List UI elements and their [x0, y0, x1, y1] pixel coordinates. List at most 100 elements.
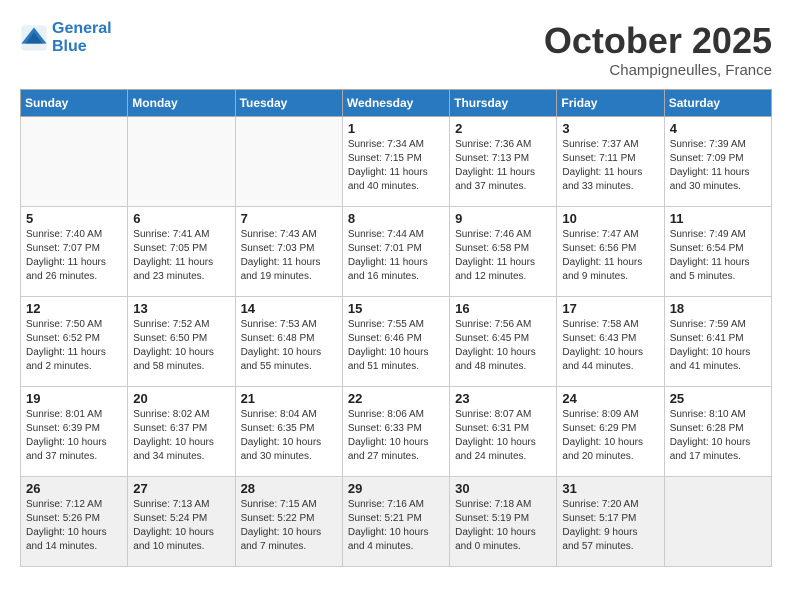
calendar-cell: 27 Sunrise: 7:13 AM Sunset: 5:24 PM Dayli… [128, 477, 235, 567]
day-number: 19 [26, 391, 122, 406]
calendar-cell: 24 Sunrise: 8:09 AM Sunset: 6:29 PM Dayli… [557, 387, 664, 477]
day-detail: Sunrise: 7:39 AM Sunset: 7:09 PM Dayligh… [670, 138, 766, 194]
col-header-monday: Monday [128, 90, 235, 117]
col-header-saturday: Saturday [664, 90, 771, 117]
day-number: 4 [670, 121, 766, 136]
day-number: 17 [562, 301, 658, 316]
logo-general: General [52, 20, 112, 38]
day-detail: Sunrise: 8:07 AM Sunset: 6:31 PM Dayligh… [455, 408, 551, 464]
calendar-cell: 30 Sunrise: 7:18 AM Sunset: 5:19 PM Dayli… [450, 477, 557, 567]
day-number: 29 [348, 481, 444, 496]
calendar-cell: 26 Sunrise: 7:12 AM Sunset: 5:26 PM Dayli… [21, 477, 128, 567]
day-number: 24 [562, 391, 658, 406]
day-detail: Sunrise: 8:09 AM Sunset: 6:29 PM Dayligh… [562, 408, 658, 464]
day-number: 23 [455, 391, 551, 406]
day-number: 31 [562, 481, 658, 496]
day-detail: Sunrise: 8:06 AM Sunset: 6:33 PM Dayligh… [348, 408, 444, 464]
day-number: 26 [26, 481, 122, 496]
calendar-cell: 22 Sunrise: 8:06 AM Sunset: 6:33 PM Dayli… [342, 387, 449, 477]
day-detail: Sunrise: 7:49 AM Sunset: 6:54 PM Dayligh… [670, 228, 766, 284]
day-detail: Sunrise: 7:16 AM Sunset: 5:21 PM Dayligh… [348, 498, 444, 554]
week-row-1: 5Sunrise: 7:40 AM Sunset: 7:07 PM Daylig… [21, 207, 772, 297]
calendar-body: 1Sunrise: 7:34 AM Sunset: 7:15 PM Daylig… [21, 117, 772, 567]
day-detail: Sunrise: 8:02 AM Sunset: 6:37 PM Dayligh… [133, 408, 229, 464]
calendar-cell: 16Sunrise: 7:56 AM Sunset: 6:45 PM Dayli… [450, 297, 557, 387]
day-number: 15 [348, 301, 444, 316]
day-detail: Sunrise: 7:53 AM Sunset: 6:48 PM Dayligh… [241, 318, 337, 374]
page-header: General Blue October 2025 Champigneulles… [20, 20, 772, 79]
month-title: October 2025 [544, 20, 772, 62]
logo-blue: Blue [52, 38, 112, 56]
calendar-cell [21, 117, 128, 207]
day-number: 10 [562, 211, 658, 226]
day-detail: Sunrise: 8:04 AM Sunset: 6:35 PM Dayligh… [241, 408, 337, 464]
col-header-friday: Friday [557, 90, 664, 117]
day-detail: Sunrise: 7:15 AM Sunset: 5:22 PM Dayligh… [241, 498, 337, 554]
calendar-cell: 2Sunrise: 7:36 AM Sunset: 7:13 PM Daylig… [450, 117, 557, 207]
day-number: 14 [241, 301, 337, 316]
col-header-wednesday: Wednesday [342, 90, 449, 117]
day-number: 6 [133, 211, 229, 226]
day-detail: Sunrise: 7:52 AM Sunset: 6:50 PM Dayligh… [133, 318, 229, 374]
day-number: 20 [133, 391, 229, 406]
calendar-cell [128, 117, 235, 207]
location: Champigneulles, France [544, 62, 772, 79]
col-header-tuesday: Tuesday [235, 90, 342, 117]
calendar-header-row: SundayMondayTuesdayWednesdayThursdayFrid… [21, 90, 772, 117]
calendar-cell: 5Sunrise: 7:40 AM Sunset: 7:07 PM Daylig… [21, 207, 128, 297]
day-number: 18 [670, 301, 766, 316]
day-detail: Sunrise: 7:41 AM Sunset: 7:05 PM Dayligh… [133, 228, 229, 284]
logo-icon [20, 24, 48, 52]
day-number: 27 [133, 481, 229, 496]
calendar-cell: 8Sunrise: 7:44 AM Sunset: 7:01 PM Daylig… [342, 207, 449, 297]
calendar-cell: 10 Sunrise: 7:47 AM Sunset: 6:56 PM Dayli… [557, 207, 664, 297]
day-number: 13 [133, 301, 229, 316]
day-detail: Sunrise: 7:20 AM Sunset: 5:17 PM Dayligh… [562, 498, 658, 554]
day-number: 3 [562, 121, 658, 136]
day-detail: Sunrise: 7:12 AM Sunset: 5:26 PM Dayligh… [26, 498, 122, 554]
calendar-cell [235, 117, 342, 207]
day-number: 25 [670, 391, 766, 406]
calendar-cell: 15 Sunrise: 7:55 AM Sunset: 6:46 PM Dayli… [342, 297, 449, 387]
calendar-cell: 29 Sunrise: 7:16 AM Sunset: 5:21 PM Dayli… [342, 477, 449, 567]
calendar-cell: 1Sunrise: 7:34 AM Sunset: 7:15 PM Daylig… [342, 117, 449, 207]
title-block: October 2025 Champigneulles, France [544, 20, 772, 79]
week-row-0: 1Sunrise: 7:34 AM Sunset: 7:15 PM Daylig… [21, 117, 772, 207]
day-number: 2 [455, 121, 551, 136]
day-number: 30 [455, 481, 551, 496]
day-detail: Sunrise: 7:58 AM Sunset: 6:43 PM Dayligh… [562, 318, 658, 374]
calendar-cell: 13 Sunrise: 7:52 AM Sunset: 6:50 PM Dayli… [128, 297, 235, 387]
day-detail: Sunrise: 7:44 AM Sunset: 7:01 PM Dayligh… [348, 228, 444, 284]
day-detail: Sunrise: 8:01 AM Sunset: 6:39 PM Dayligh… [26, 408, 122, 464]
day-number: 12 [26, 301, 122, 316]
week-row-2: 12 Sunrise: 7:50 AM Sunset: 6:52 PM Dayli… [21, 297, 772, 387]
day-detail: Sunrise: 7:46 AM Sunset: 6:58 PM Dayligh… [455, 228, 551, 284]
day-detail: Sunrise: 7:18 AM Sunset: 5:19 PM Dayligh… [455, 498, 551, 554]
day-detail: Sunrise: 7:40 AM Sunset: 7:07 PM Dayligh… [26, 228, 122, 284]
day-detail: Sunrise: 7:34 AM Sunset: 7:15 PM Dayligh… [348, 138, 444, 194]
day-number: 28 [241, 481, 337, 496]
calendar-cell: 20 Sunrise: 8:02 AM Sunset: 6:37 PM Dayli… [128, 387, 235, 477]
day-detail: Sunrise: 8:10 AM Sunset: 6:28 PM Dayligh… [670, 408, 766, 464]
calendar-cell: 17 Sunrise: 7:58 AM Sunset: 6:43 PM Dayli… [557, 297, 664, 387]
week-row-3: 19 Sunrise: 8:01 AM Sunset: 6:39 PM Dayli… [21, 387, 772, 477]
calendar-cell: 31 Sunrise: 7:20 AM Sunset: 5:17 PM Dayli… [557, 477, 664, 567]
calendar-cell: 14 Sunrise: 7:53 AM Sunset: 6:48 PM Dayli… [235, 297, 342, 387]
day-detail: Sunrise: 7:43 AM Sunset: 7:03 PM Dayligh… [241, 228, 337, 284]
day-number: 22 [348, 391, 444, 406]
calendar-cell: 4 Sunrise: 7:39 AM Sunset: 7:09 PM Daylig… [664, 117, 771, 207]
calendar-cell: 11 Sunrise: 7:49 AM Sunset: 6:54 PM Dayli… [664, 207, 771, 297]
calendar-cell: 18 Sunrise: 7:59 AM Sunset: 6:41 PM Dayli… [664, 297, 771, 387]
week-row-4: 26 Sunrise: 7:12 AM Sunset: 5:26 PM Dayli… [21, 477, 772, 567]
day-detail: Sunrise: 7:50 AM Sunset: 6:52 PM Dayligh… [26, 318, 122, 374]
day-number: 11 [670, 211, 766, 226]
day-detail: Sunrise: 7:59 AM Sunset: 6:41 PM Dayligh… [670, 318, 766, 374]
calendar-cell: 9Sunrise: 7:46 AM Sunset: 6:58 PM Daylig… [450, 207, 557, 297]
calendar-cell: 6 Sunrise: 7:41 AM Sunset: 7:05 PM Daylig… [128, 207, 235, 297]
day-detail: Sunrise: 7:55 AM Sunset: 6:46 PM Dayligh… [348, 318, 444, 374]
day-detail: Sunrise: 7:47 AM Sunset: 6:56 PM Dayligh… [562, 228, 658, 284]
calendar-cell: 7Sunrise: 7:43 AM Sunset: 7:03 PM Daylig… [235, 207, 342, 297]
day-detail: Sunrise: 7:56 AM Sunset: 6:45 PM Dayligh… [455, 318, 551, 374]
col-header-sunday: Sunday [21, 90, 128, 117]
day-detail: Sunrise: 7:13 AM Sunset: 5:24 PM Dayligh… [133, 498, 229, 554]
